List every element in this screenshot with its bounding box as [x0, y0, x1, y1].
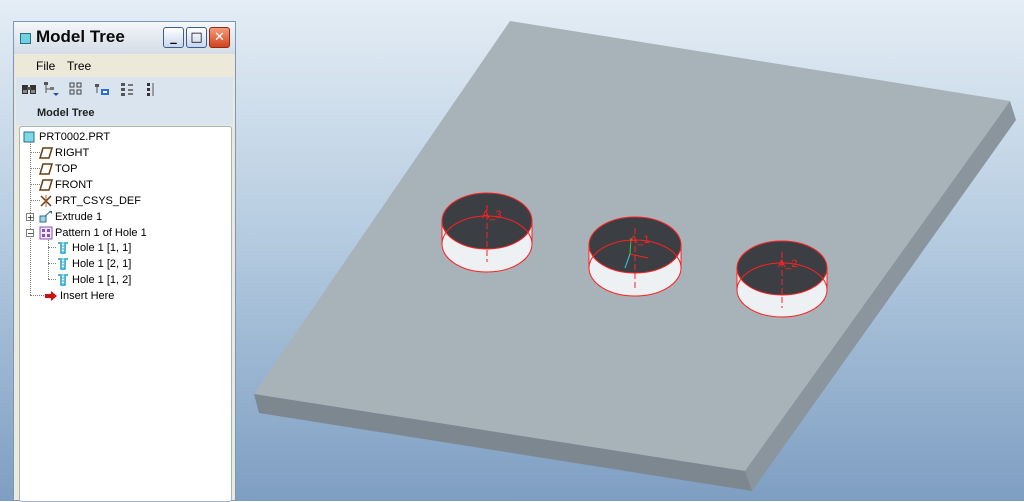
model-tree-window[interactable]: Model Tree _ □ ✕ File Tree Model Tree PR… [13, 21, 236, 502]
hole-icon [58, 274, 68, 286]
tree-node-label: PRT0002.PRT [39, 131, 111, 143]
collapse-toggle[interactable]: − [26, 229, 34, 238]
maximize-icon: □ [190, 30, 203, 45]
coordinate-system-icon [40, 195, 52, 207]
tree-node-label: FRONT [55, 179, 93, 191]
close-icon: ✕ [214, 30, 225, 45]
tree-connector [48, 237, 49, 279]
tree-node-label: Hole 1 [2, 1] [72, 258, 132, 270]
tree-connector [30, 295, 44, 296]
tree-node-label: RIGHT [55, 147, 90, 159]
panel-label-text: Model Tree [37, 107, 95, 119]
menu-bar: File Tree [16, 54, 233, 76]
expand-toggle[interactable]: + [26, 213, 34, 222]
part-icon [23, 131, 35, 143]
model-tree-icon [20, 33, 31, 44]
filter-icon[interactable] [94, 81, 110, 97]
tree-node-label: TOP [55, 163, 78, 175]
find-icon[interactable] [21, 81, 37, 97]
datum-plane-icon [39, 147, 53, 159]
tree-node-label: PRT_CSYS_DEF [55, 195, 141, 207]
hole-left[interactable]: A_3 [441, 192, 533, 273]
tree-node-label: Insert Here [60, 290, 115, 302]
datum-plane-icon [39, 163, 53, 175]
menu-tree[interactable]: Tree [67, 59, 91, 73]
minimize-icon: _ [170, 30, 177, 45]
datum-plane-icon [39, 179, 53, 191]
collapse-all-icon[interactable] [144, 81, 160, 97]
extrude-icon [39, 210, 52, 223]
hole-right[interactable]: A_2 [736, 240, 828, 318]
axis-label: A_3 [482, 209, 502, 221]
window-title: Model Tree [36, 27, 125, 46]
tree-node-label: Pattern 1 of Hole 1 [55, 227, 147, 239]
hole-icon [58, 242, 68, 254]
settings-icon[interactable] [43, 81, 59, 97]
show-icon[interactable] [68, 81, 84, 97]
insert-arrow-icon [45, 291, 57, 301]
tree-node-label: Extrude 1 [55, 211, 103, 223]
expand-all-icon[interactable] [119, 81, 135, 97]
tree-connector [48, 263, 56, 264]
title-bar[interactable]: Model Tree _ □ ✕ [14, 22, 235, 54]
pattern-icon [39, 226, 53, 240]
tree-toolbar [16, 77, 233, 101]
axis-label: A_1 [630, 234, 650, 246]
tree-node-label: Hole 1 [1, 1] [72, 242, 132, 254]
model-tree-panel[interactable]: PRT0002.PRT RIGHT TOP FRONT PRT_CSYS_DEF… [19, 126, 232, 502]
tree-connector [48, 247, 56, 248]
maximize-button[interactable]: □ [186, 27, 207, 48]
axis-label: A_2 [778, 258, 798, 270]
tree-node-label: Hole 1 [1, 2] [72, 274, 132, 286]
hole-icon [58, 258, 68, 270]
panel-label: Model Tree [16, 101, 233, 125]
tree-connector [48, 279, 56, 280]
menu-file[interactable]: File [36, 59, 55, 73]
minimize-button[interactable]: _ [163, 27, 184, 48]
hole-middle[interactable]: A_1 [588, 216, 682, 297]
close-button[interactable]: ✕ [209, 27, 230, 48]
